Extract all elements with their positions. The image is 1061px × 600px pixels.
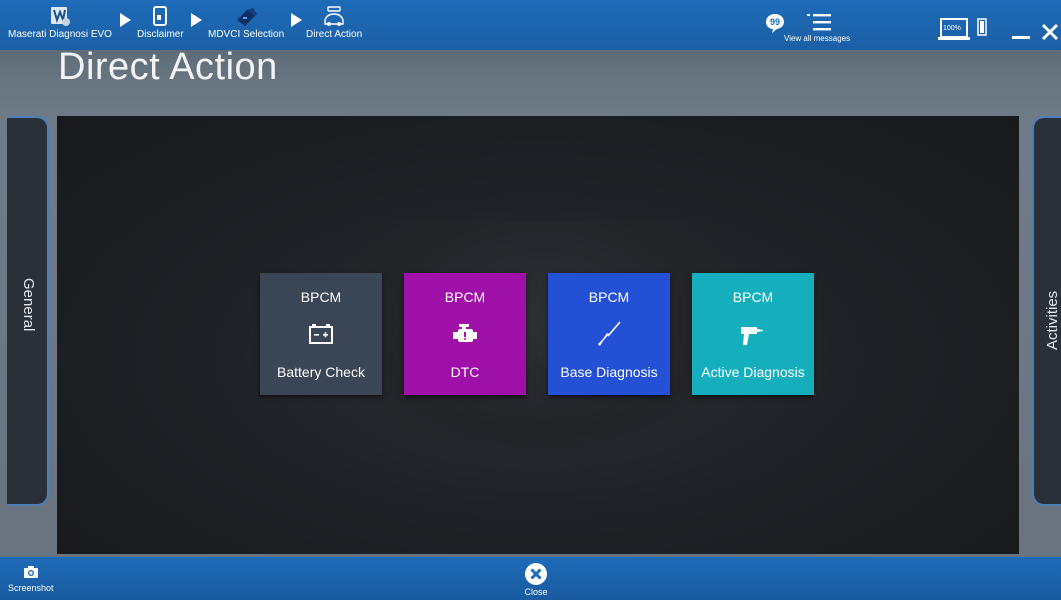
svg-text:99: 99: [770, 17, 780, 27]
breadcrumb-arrow-icon: [120, 13, 131, 27]
engine-icon: [453, 324, 477, 342]
breadcrumb-label: Maserati Diagnosi EVO: [8, 29, 112, 40]
tile-module: BPCM: [300, 289, 342, 305]
battery-icon: [309, 324, 333, 344]
general-panel-label: General: [20, 278, 37, 332]
main-stage: [57, 116, 1019, 554]
tile-base-diagnosis[interactable]: BPCM Base Diagnosis: [548, 273, 670, 395]
drill-icon: [741, 327, 763, 345]
camera-icon: [23, 566, 38, 578]
tile-label: Active Diagnosis: [701, 364, 805, 380]
tile-battery-check[interactable]: BPCM Battery Check: [260, 273, 382, 395]
tile-active-diagnosis[interactable]: BPCM Active Diagnosis: [692, 273, 814, 395]
tablet-document-icon: [153, 6, 168, 26]
close-window-icon[interactable]: [1040, 22, 1060, 42]
breadcrumb-direct-action[interactable]: Direct Action: [306, 6, 362, 41]
close-button[interactable]: Close: [524, 562, 548, 597]
close-circle-icon: [525, 563, 547, 585]
screenshot-button[interactable]: Screenshot: [8, 565, 54, 593]
tile-label: DTC: [450, 364, 480, 380]
breadcrumb-label: MDVCI Selection: [208, 29, 285, 40]
breadcrumb-maserati-diagnosi-evo[interactable]: Maserati Diagnosi EVO: [8, 6, 112, 41]
close-label: Close: [524, 587, 548, 597]
mdvci-device-icon: [237, 8, 258, 26]
page-title: Direct Action: [58, 46, 278, 88]
view-all-messages-link[interactable]: View all messages: [784, 34, 850, 43]
battery-percent-text: 100%: [943, 25, 961, 32]
breadcrumb-mdvci-selection[interactable]: MDVCI Selection: [208, 6, 284, 41]
activities-panel-label: Activities: [1044, 290, 1061, 350]
screenshot-label: Screenshot: [8, 583, 54, 593]
bottom-bar: Screenshot Close: [0, 557, 1061, 600]
tile-module: BPCM: [588, 289, 630, 305]
activities-side-panel[interactable]: Activities: [1032, 116, 1061, 506]
general-side-panel[interactable]: General: [7, 116, 49, 506]
screwdriver-icon: [598, 321, 621, 346]
car-icon: [324, 6, 344, 26]
minimize-icon[interactable]: [1011, 24, 1031, 40]
breadcrumb-arrow-icon: [191, 13, 202, 27]
breadcrumb-label: Disclaimer: [137, 29, 184, 40]
breadcrumb-arrow-icon: [291, 13, 302, 27]
breadcrumb-disclaimer[interactable]: Disclaimer: [137, 6, 184, 41]
tile-dtc[interactable]: BPCM DTC: [404, 273, 526, 395]
messages-list-icon[interactable]: [806, 12, 832, 32]
tile-label: Base Diagnosis: [560, 364, 658, 380]
tile-module: BPCM: [732, 289, 774, 305]
top-bar: Maserati Diagnosi EVO Disclaimer MDVCI S…: [0, 0, 1061, 50]
battery-level-icon: [977, 18, 987, 36]
tile-label: Battery Check: [277, 364, 365, 380]
battery-status: 100%: [938, 18, 972, 40]
breadcrumb-label: Direct Action: [306, 29, 363, 40]
tile-module: BPCM: [444, 289, 486, 305]
chat-bubble-icon[interactable]: 99: [764, 12, 786, 34]
maserati-app-icon: [50, 7, 70, 26]
